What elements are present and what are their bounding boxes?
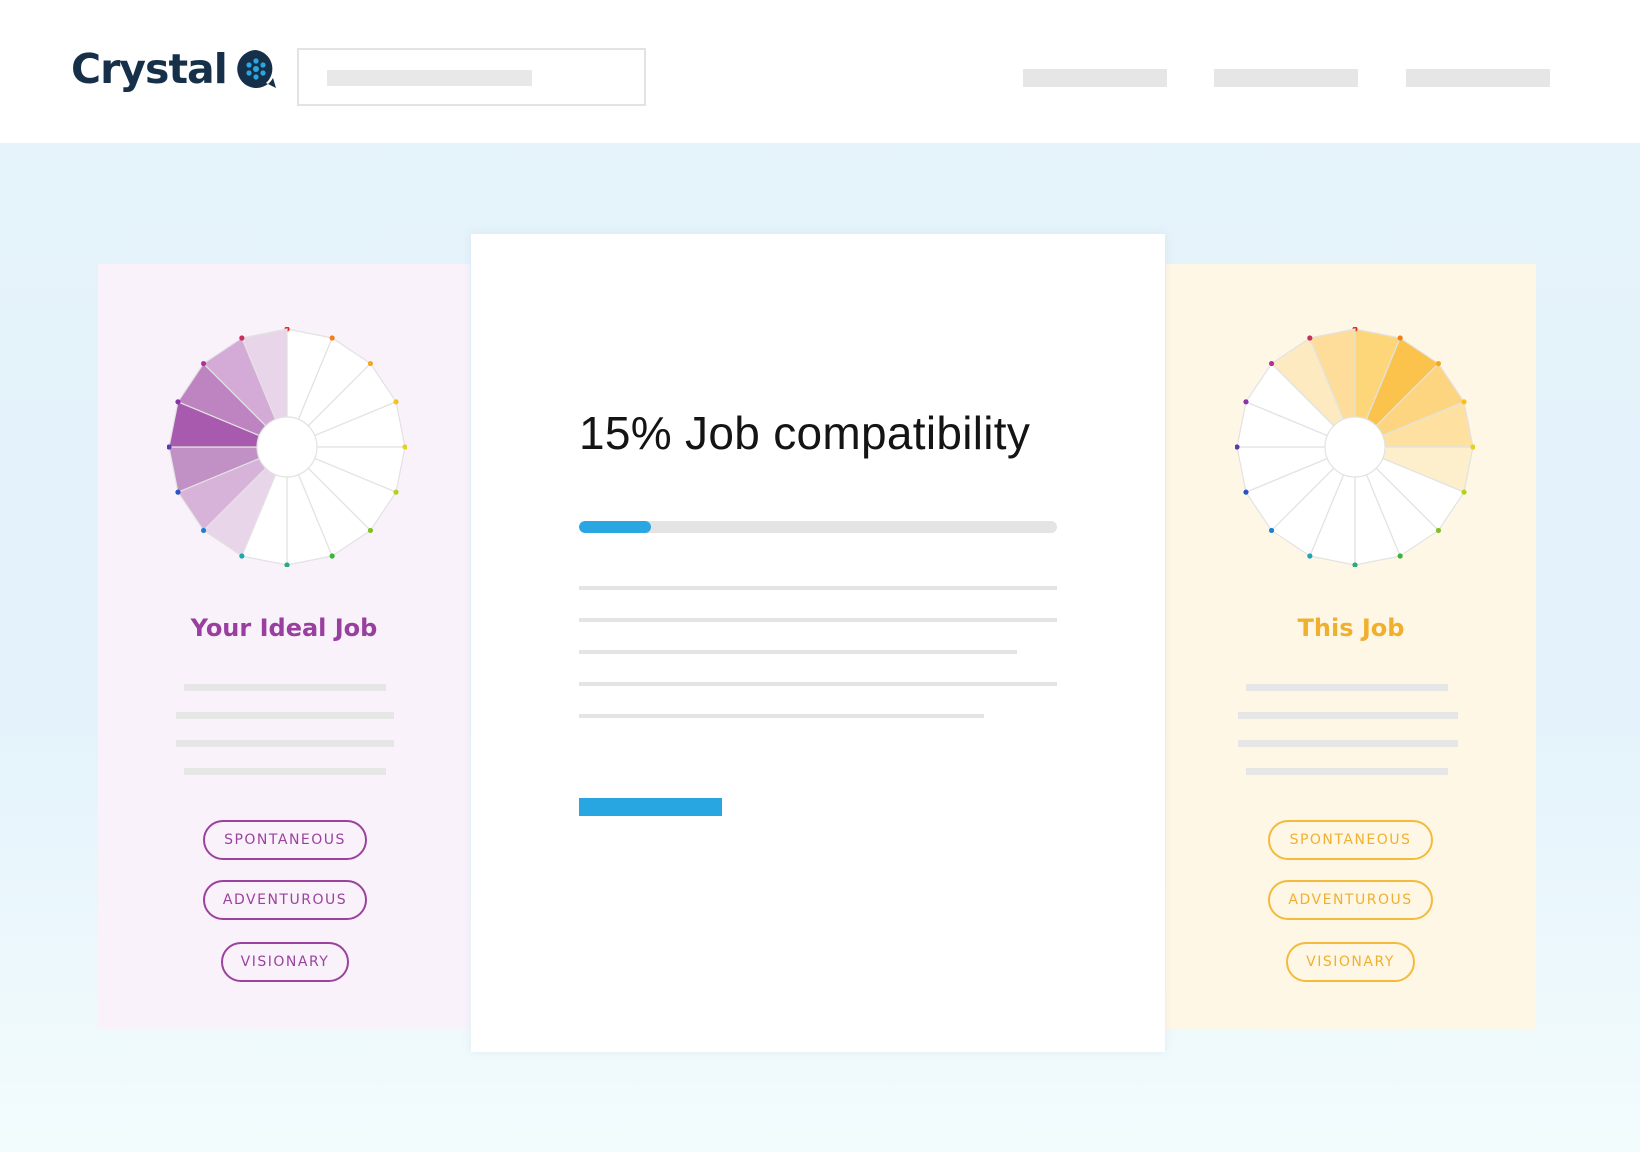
wheel-tip-marker [200,527,207,534]
nav-item-1[interactable] [1023,69,1167,87]
trait-tag-visionary[interactable]: VISIONARY [1286,942,1415,982]
wheel-tip-marker [175,489,181,495]
wheel-tip-marker [1243,489,1249,495]
trait-tag-visionary[interactable]: VISIONARY [221,942,349,982]
action-button[interactable] [579,798,722,816]
this-job-panel: This Job SPONTANEOUS ADVENTUROUS VISIONA… [1166,264,1536,1029]
description-line [184,684,386,691]
crystal-logo-icon [237,50,276,88]
compatibility-progress-fill [579,521,651,533]
description-line [184,768,386,775]
description-line [579,586,1057,590]
wheel-tip-marker [1243,399,1249,405]
ideal-job-title: Your Ideal Job [190,614,378,642]
wheel-tip-marker [393,489,399,495]
wheel-tip-marker [200,360,207,367]
wheel-tip-marker [175,399,181,405]
wheel-center [256,416,318,478]
wheel-tip-marker [239,553,245,559]
logo-text: Crystal [71,44,228,93]
description-line [579,682,1057,686]
wheel-tip-marker [1268,360,1275,367]
description-line [1246,684,1448,691]
compatibility-heading: 15% Job compatibility [579,407,1031,459]
trait-tag-adventurous[interactable]: ADVENTUROUS [203,880,367,920]
wheel-tip-marker [1461,489,1467,495]
trait-tag-spontaneous[interactable]: SPONTANEOUS [203,820,367,860]
description-line [1246,768,1448,775]
wheel-tip-marker [239,335,245,341]
nav-item-2[interactable] [1214,69,1358,87]
wheel-tip-marker [329,335,335,341]
nav-item-3[interactable] [1406,69,1550,87]
description-line [1238,740,1458,747]
this-job-disc-wheel [1235,327,1475,567]
wheel-tip-marker [1397,335,1403,341]
wheel-tip-marker [1461,399,1467,405]
wheel-tip-marker [1435,360,1442,367]
search-input[interactable] [297,48,646,106]
description-line [1238,712,1458,719]
description-line [579,618,1057,622]
compatibility-card: 15% Job compatibility [471,234,1165,1052]
wheel-tip-marker [1435,527,1442,534]
ideal-job-disc-wheel [167,327,407,567]
wheel-tip-marker [393,399,399,405]
wheel-tip-marker [329,553,335,559]
trait-tag-spontaneous[interactable]: SPONTANEOUS [1268,820,1433,860]
trait-tag-adventurous[interactable]: ADVENTUROUS [1268,880,1433,920]
wheel-center [1324,416,1386,478]
wheel-tip-marker [367,527,374,534]
wheel-tip-marker [1307,553,1313,559]
search-placeholder-skeleton [327,70,532,86]
compatibility-progress-bar [579,521,1057,533]
top-header: Crystal [0,0,1640,143]
this-job-title: This Job [1297,614,1405,642]
description-line [176,712,394,719]
crystal-logo[interactable]: Crystal [71,48,277,90]
description-line [579,714,984,718]
description-line [579,650,1017,654]
ideal-job-panel: Your Ideal Job SPONTANEOUS ADVENTUROUS V… [98,264,470,1029]
wheel-tip-marker [1268,527,1275,534]
wheel-tip-marker [1397,553,1403,559]
description-line [176,740,394,747]
wheel-tip-marker [367,360,374,367]
wheel-tip-marker [1307,335,1313,341]
